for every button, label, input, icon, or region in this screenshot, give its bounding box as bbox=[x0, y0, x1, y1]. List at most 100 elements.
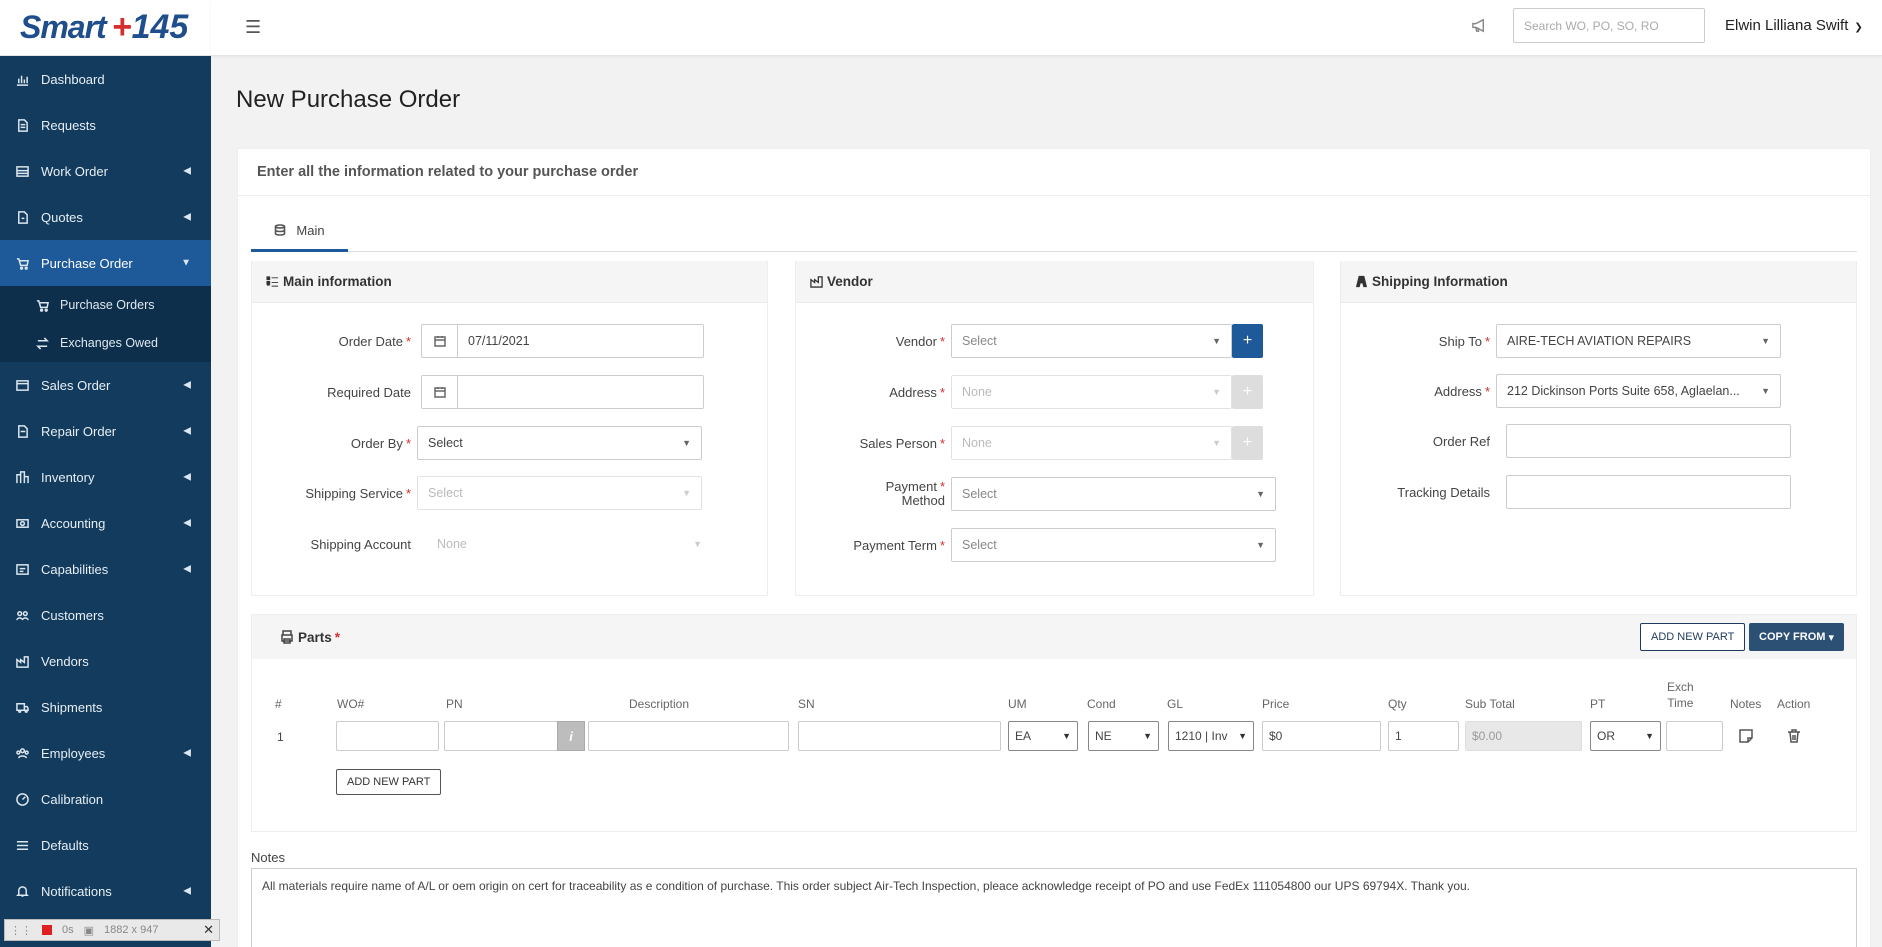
payment-term-label: Payment Term * bbox=[853, 537, 945, 553]
sidebar-subitem-exchanges-owed[interactable]: Exchanges Owed bbox=[0, 324, 211, 362]
hamburger-menu-icon[interactable]: ☰ bbox=[245, 17, 261, 38]
order-date-input[interactable]: 07/11/2021 bbox=[457, 324, 704, 358]
sn-input[interactable] bbox=[798, 721, 1001, 751]
sidebar-item-requests[interactable]: Requests bbox=[0, 102, 211, 148]
sidebar-item-employees[interactable]: Employees ◀ bbox=[0, 730, 211, 776]
description-input[interactable] bbox=[588, 721, 789, 751]
sidebar-item-customers[interactable]: Customers bbox=[0, 592, 211, 638]
purchase-order-form: Enter all the information related to you… bbox=[237, 148, 1871, 947]
sidebar-item-dashboard[interactable]: Dashboard bbox=[0, 56, 211, 102]
sidebar-item-work-order[interactable]: Work Order ◀ bbox=[0, 148, 211, 194]
sidebar-item-sales-order[interactable]: Sales Order ◀ bbox=[0, 362, 211, 408]
copy-from-dropdown[interactable]: COPY FROM ▾ bbox=[1749, 623, 1845, 651]
chevron-left-icon: ◀ bbox=[183, 471, 191, 483]
shipping-service-select[interactable]: Select ▼ bbox=[417, 476, 702, 510]
chevron-left-icon: ◀ bbox=[183, 517, 191, 529]
wo-input[interactable] bbox=[336, 721, 439, 751]
sidebar-item-capabilities[interactable]: Capabilities ◀ bbox=[0, 546, 211, 592]
sidebar-item-inventory[interactable]: Inventory ◀ bbox=[0, 454, 211, 500]
section-header: Main information bbox=[252, 261, 767, 303]
shipping-account-row: Shipping Account None ▼ bbox=[251, 527, 712, 561]
capabilities-icon bbox=[15, 562, 29, 576]
close-icon[interactable]: ✕ bbox=[203, 922, 214, 938]
cond-select[interactable]: NE ▼ bbox=[1088, 721, 1159, 751]
sidebar-item-calibration[interactable]: Calibration bbox=[0, 776, 211, 822]
sidebar-subitem-purchase-orders[interactable]: Purchase Orders bbox=[0, 286, 211, 324]
col-sn: SN bbox=[798, 697, 815, 711]
add-new-part-header-button[interactable]: ADD NEW PART bbox=[1640, 623, 1746, 651]
sales-icon bbox=[15, 378, 29, 392]
sidebar-item-label: Work Order bbox=[41, 163, 108, 179]
sidebar-item-vendors[interactable]: Vendors bbox=[0, 638, 211, 684]
sidebar-item-defaults[interactable]: Defaults bbox=[0, 822, 211, 868]
payment-method-select[interactable]: Select ▼ bbox=[951, 477, 1276, 511]
trash-icon[interactable] bbox=[1786, 728, 1802, 747]
chevron-down-icon: ▼ bbox=[1256, 540, 1265, 550]
parts-title: Parts bbox=[298, 629, 332, 645]
calendar-icon[interactable] bbox=[421, 324, 457, 358]
user-menu[interactable]: Elwin Lilliana Swift ❯ bbox=[1725, 17, 1863, 34]
sidebar-item-shipments[interactable]: Shipments bbox=[0, 684, 211, 730]
vendor-select[interactable]: Select ▼ bbox=[951, 324, 1232, 358]
repair-icon bbox=[15, 424, 29, 438]
ship-to-select[interactable]: AIRE-TECH AVIATION REPAIRS ▼ bbox=[1496, 324, 1781, 358]
sidebar: Smart +145 Dashboard Requests Work Order… bbox=[0, 0, 211, 947]
cart-icon bbox=[15, 256, 29, 270]
col-exch-time: Exch Time bbox=[1667, 680, 1694, 710]
gl-select[interactable]: 1210 | Inv ▼ bbox=[1168, 721, 1254, 751]
col-wo: WO# bbox=[337, 697, 365, 711]
col-pt: PT bbox=[1590, 697, 1606, 711]
col-num: # bbox=[275, 697, 282, 711]
order-by-select[interactable]: Select ▼ bbox=[417, 426, 702, 460]
price-input[interactable]: $0 bbox=[1262, 721, 1381, 751]
chevron-down-icon: ▼ bbox=[1143, 731, 1152, 741]
sidebar-item-label: Purchase Order bbox=[41, 255, 133, 271]
pn-input[interactable] bbox=[444, 721, 558, 751]
chevron-down-icon: ▼ bbox=[1212, 387, 1221, 397]
required-date-input[interactable] bbox=[457, 375, 704, 409]
list-icon bbox=[15, 164, 29, 178]
search-input[interactable] bbox=[1513, 8, 1705, 43]
sidebar-item-label: Sales Order bbox=[41, 377, 111, 393]
sidebar-item-label: Accounting bbox=[41, 515, 106, 531]
ship-to-label: Ship To * bbox=[1438, 333, 1490, 349]
camera-icon[interactable]: ▣ bbox=[84, 924, 94, 937]
add-address-button[interactable]: + bbox=[1232, 375, 1263, 409]
sidebar-item-repair-order[interactable]: Repair Order ◀ bbox=[0, 408, 211, 454]
payment-term-row: Payment Term * Select ▼ bbox=[795, 528, 1276, 562]
notes-icon[interactable] bbox=[1738, 728, 1754, 747]
um-select[interactable]: EA ▼ bbox=[1008, 721, 1078, 751]
payment-term-select[interactable]: Select ▼ bbox=[951, 528, 1276, 562]
sidebar-subitem-label: Purchase Orders bbox=[60, 298, 155, 312]
tab-main[interactable]: Main bbox=[251, 211, 348, 252]
chevron-down-icon: ▼ bbox=[1761, 386, 1770, 396]
vendor-address-select[interactable]: None ▼ bbox=[951, 375, 1232, 409]
notes-textarea[interactable]: All materials require name of A/L or oem… bbox=[251, 868, 1857, 947]
calendar-icon[interactable] bbox=[421, 375, 457, 409]
add-new-part-button[interactable]: ADD NEW PART bbox=[336, 769, 442, 795]
brand-logo[interactable]: Smart +145 bbox=[0, 0, 211, 56]
drag-handle-icon[interactable]: ⋮⋮ bbox=[10, 924, 32, 937]
database-icon bbox=[275, 224, 286, 236]
ship-address-row: Address * 212 Dickinson Ports Suite 658, … bbox=[1340, 374, 1781, 408]
qty-input[interactable]: 1 bbox=[1388, 721, 1459, 751]
section-title: Main information bbox=[283, 274, 392, 289]
order-ref-input[interactable] bbox=[1506, 424, 1791, 458]
order-by-row: Order By * Select ▼ bbox=[251, 426, 702, 460]
sidebar-item-purchase-order[interactable]: Purchase Order ▼ bbox=[0, 240, 211, 286]
megaphone-icon[interactable] bbox=[1471, 17, 1489, 35]
add-vendor-button[interactable]: + bbox=[1232, 324, 1263, 358]
tracking-details-input[interactable] bbox=[1506, 475, 1791, 509]
chevron-down-icon: ▼ bbox=[1761, 336, 1770, 346]
exch-time-input[interactable] bbox=[1666, 721, 1723, 751]
sidebar-item-notifications[interactable]: Notifications ◀ bbox=[0, 868, 211, 914]
pt-select[interactable]: OR ▼ bbox=[1590, 721, 1661, 751]
sales-person-select[interactable]: None ▼ bbox=[951, 426, 1232, 460]
sidebar-item-quotes[interactable]: Quotes ◀ bbox=[0, 194, 211, 240]
stop-record-icon[interactable] bbox=[42, 925, 52, 935]
info-icon[interactable]: i bbox=[557, 721, 585, 751]
sidebar-item-accounting[interactable]: Accounting ◀ bbox=[0, 500, 211, 546]
ship-address-select[interactable]: 212 Dickinson Ports Suite 658, Aglaelan.… bbox=[1496, 374, 1781, 408]
shipping-account-select[interactable]: None ▼ bbox=[427, 527, 712, 561]
add-sales-person-button[interactable]: + bbox=[1232, 426, 1263, 460]
